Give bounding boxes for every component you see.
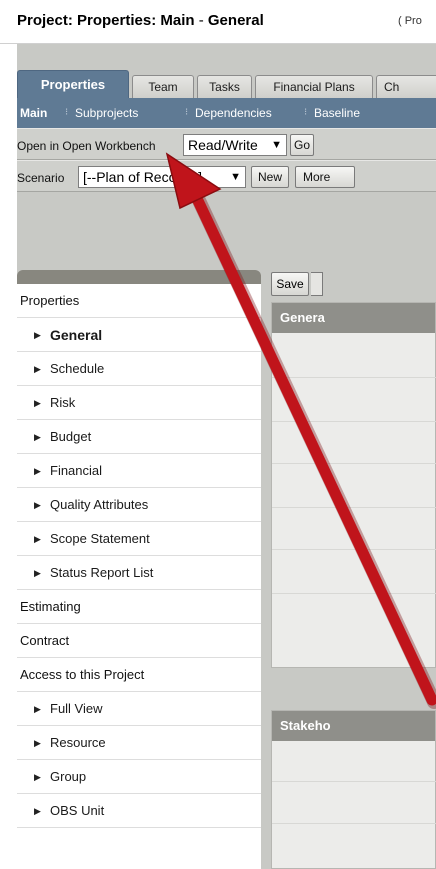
nav-item-label: Financial	[50, 463, 103, 478]
nav-item-schedule[interactable]: ▶ Schedule	[17, 352, 261, 386]
nav-section-access[interactable]: Access to this Project	[17, 658, 261, 692]
screen: Project: Properties: Main - General ( Pr…	[0, 0, 436, 869]
subnav-baseline[interactable]: Baseline	[314, 106, 360, 120]
caret-right-icon: ▶	[34, 772, 41, 782]
divider	[272, 549, 436, 550]
save-button[interactable]: Save	[271, 272, 309, 296]
nav-item-label: Group	[50, 769, 87, 784]
nav-item-label: Full View	[50, 701, 103, 716]
caret-right-icon: ▶	[34, 568, 41, 578]
subnav: Main ⁝ Subprojects ⁝ Dependencies ⁝ Base…	[17, 98, 436, 128]
title-page: General	[207, 12, 264, 29]
tab-financial-plans[interactable]: Financial Plans	[255, 75, 373, 98]
scenario-bar: Scenario [--Plan of Record--] ▼ New More	[17, 160, 436, 192]
caret-right-icon: ▶	[34, 704, 41, 714]
dropdown-arrow-icon: ▼	[230, 171, 241, 183]
stakeholders-section-header: Stakeho	[272, 711, 435, 741]
nav-item-quality-attributes[interactable]: ▶ Quality Attributes	[17, 488, 261, 522]
workbench-label: Open in Open Workbench	[17, 139, 156, 153]
content-area: Save Genera Stakeho	[261, 238, 436, 869]
divider	[272, 507, 436, 508]
general-section-header: Genera	[272, 303, 435, 333]
subnav-main[interactable]: Main	[20, 106, 47, 120]
workbench-mode-select[interactable]: Read/Write ▼	[183, 134, 287, 156]
page-title-bar: Project: Properties: Main - General ( Pr…	[0, 0, 436, 44]
stakeholders-section: Stakeho	[271, 710, 436, 869]
caret-right-icon: ▶	[34, 534, 41, 544]
caret-right-icon: ▶	[34, 738, 41, 748]
app-body: Properties Team Tasks Financial Plans Ch…	[17, 44, 436, 869]
nav-item-label: General	[50, 327, 103, 343]
caret-right-icon: ▶	[34, 466, 41, 476]
left-nav: Properties ▶ General ▶ Schedule ▶ Risk ▶ Bud…	[17, 284, 261, 869]
nav-item-financial[interactable]: ▶ Financial	[17, 454, 261, 488]
divider	[272, 463, 436, 464]
workbench-mode-value: Read/Write	[188, 137, 258, 153]
divider	[272, 421, 436, 422]
subnav-separator: ⁝	[185, 107, 189, 118]
tab-ch[interactable]: Ch	[376, 75, 436, 98]
nav-item-full-view[interactable]: ▶ Full View	[17, 692, 261, 726]
nav-item-obs-unit[interactable]: ▶ OBS Unit	[17, 794, 261, 828]
nav-item-label: Status Report List	[50, 565, 154, 580]
page-title: Project: Properties: Main - General	[17, 12, 264, 29]
subnav-dependencies[interactable]: Dependencies	[195, 106, 272, 120]
nav-item-group[interactable]: ▶ Group	[17, 760, 261, 794]
caret-right-icon: ▶	[34, 500, 41, 510]
tab-tasks[interactable]: Tasks	[197, 75, 252, 98]
nav-item-label: Scope Statement	[50, 531, 150, 546]
dropdown-arrow-icon: ▼	[271, 139, 282, 151]
tab-bar: Properties Team Tasks Financial Plans Ch	[17, 70, 436, 98]
nav-section-contract[interactable]: Contract	[17, 624, 261, 658]
scenario-label: Scenario	[17, 171, 65, 185]
caret-right-icon: ▶	[34, 806, 41, 816]
subnav-separator: ⁝	[304, 107, 308, 118]
nav-item-label: Quality Attributes	[50, 497, 149, 512]
title-suffix: ( Pro	[398, 15, 422, 27]
nav-item-general[interactable]: ▶ General	[17, 318, 261, 352]
nav-item-label: OBS Unit	[50, 803, 105, 818]
general-section: Genera	[271, 302, 436, 668]
nav-item-resource[interactable]: ▶ Resource	[17, 726, 261, 760]
scenario-value: [--Plan of Record--]	[83, 169, 203, 185]
nav-item-status-report-list[interactable]: ▶ Status Report List	[17, 556, 261, 590]
divider	[272, 593, 436, 594]
divider	[272, 781, 436, 782]
caret-right-icon: ▶	[34, 330, 41, 340]
nav-item-scope-statement[interactable]: ▶ Scope Statement	[17, 522, 261, 556]
nav-section-estimating[interactable]: Estimating	[17, 590, 261, 624]
caret-right-icon: ▶	[34, 432, 41, 442]
title-separator: -	[194, 12, 208, 29]
go-button[interactable]: Go	[290, 134, 314, 156]
nav-item-label: Schedule	[50, 361, 105, 376]
nav-section-properties[interactable]: Properties	[17, 284, 261, 318]
nav-item-risk[interactable]: ▶ Risk	[17, 386, 261, 420]
nav-item-label: Resource	[50, 735, 106, 750]
more-button[interactable]: More	[295, 166, 355, 188]
nav-item-budget[interactable]: ▶ Budget	[17, 420, 261, 454]
nav-item-label: Risk	[50, 395, 76, 410]
tab-team[interactable]: Team	[132, 75, 194, 98]
tab-properties[interactable]: Properties	[17, 70, 129, 98]
nav-item-label: Budget	[50, 429, 92, 444]
title-main: Project: Properties: Main	[17, 12, 195, 29]
adjacent-button[interactable]	[311, 272, 323, 296]
subnav-separator: ⁝	[65, 107, 69, 118]
new-scenario-button[interactable]: New	[251, 166, 289, 188]
workbench-bar: Open in Open Workbench Read/Write ▼ Go	[17, 128, 436, 160]
divider	[272, 377, 436, 378]
caret-right-icon: ▶	[34, 398, 41, 408]
divider	[272, 823, 436, 824]
caret-right-icon: ▶	[34, 364, 41, 374]
scenario-select[interactable]: [--Plan of Record--] ▼	[78, 166, 246, 188]
left-panel-header	[17, 270, 261, 284]
subnav-subprojects[interactable]: Subprojects	[75, 106, 138, 120]
